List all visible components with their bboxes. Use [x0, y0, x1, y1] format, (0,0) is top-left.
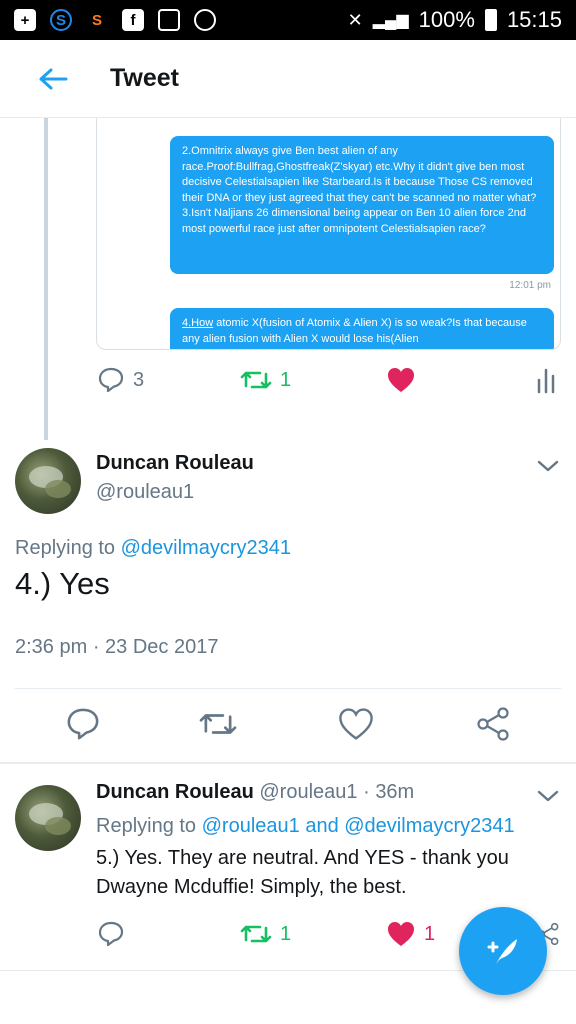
retweet-button[interactable]: 1: [240, 366, 291, 394]
mute-icon: ✕: [347, 9, 363, 30]
avatar[interactable]: [15, 448, 81, 514]
chat-time: 12:01 pm: [509, 280, 551, 291]
divider: [0, 762, 576, 764]
chat-bubble-text: 2.Omnitrix always give Ben best alien of…: [182, 145, 537, 235]
tweet-age: 36m: [375, 781, 415, 803]
app-s-orange-icon: S: [91, 11, 102, 29]
avatar[interactable]: [15, 785, 81, 851]
divider: [15, 688, 561, 689]
tweet-time: 2:36 pm: [15, 636, 88, 658]
facebook-icon: f: [122, 9, 144, 31]
tweet-image[interactable]: 2.Omnitrix always give Ben best alien of…: [96, 118, 561, 350]
retweet-count: 1: [280, 922, 292, 945]
reply-button[interactable]: [97, 920, 125, 948]
back-arrow-icon: [39, 68, 68, 89]
like-count: 1: [424, 922, 436, 945]
back-button[interactable]: [30, 56, 76, 102]
tweet-date: 23 Dec 2017: [105, 636, 219, 658]
age-separator: ·: [363, 781, 370, 803]
like-icon: [388, 922, 414, 946]
app-bar: Tweet: [0, 40, 576, 118]
share-icon: [477, 707, 509, 741]
like-button[interactable]: 1: [386, 920, 435, 948]
reply-button[interactable]: [63, 704, 103, 744]
chat-bubble-text: atomic X(fusion of Atomix & Alien X) is …: [182, 317, 527, 345]
analytics-icon: [537, 368, 555, 394]
tweet-text: 4.) Yes: [15, 566, 110, 601]
add-notification-icon: +: [14, 9, 36, 31]
chat-bubble: 2.Omnitrix always give Ben best alien of…: [170, 136, 554, 274]
author-handle[interactable]: @rouleau1: [259, 781, 357, 803]
signal-icon: ▂▄▆: [372, 12, 409, 29]
mention-link[interactable]: @rouleau1 and @devilmaycry2341: [202, 815, 515, 837]
compose-tweet-icon: [487, 939, 517, 964]
chevron-down-icon[interactable]: [536, 454, 560, 478]
page-title: Tweet: [110, 64, 179, 92]
replying-to: Replying to @rouleau1 and @devilmaycry23…: [96, 815, 515, 838]
reply-button[interactable]: 3: [97, 366, 144, 394]
retweet-icon: [199, 714, 237, 734]
like-icon: [339, 708, 373, 740]
app-s-blue-icon: S: [50, 9, 72, 31]
replying-prefix: Replying to: [15, 537, 121, 559]
reply-icon: [98, 367, 124, 393]
tweet-timestamp: 2:36 pm · 23 Dec 2017: [15, 636, 218, 659]
like-icon: [388, 368, 414, 392]
gallery-icon: [158, 9, 180, 31]
chevron-down-icon[interactable]: [536, 784, 560, 808]
like-button[interactable]: [336, 704, 376, 744]
reply-icon: [98, 921, 124, 947]
like-button[interactable]: [386, 366, 416, 394]
battery-percent: 100%: [418, 7, 475, 32]
chat-bubble: 4.How atomic X(fusion of Atomix & Alien …: [170, 308, 554, 349]
author-name[interactable]: Duncan Rouleau: [96, 781, 254, 803]
compose-tweet-button[interactable]: [459, 907, 547, 995]
replying-to: Replying to @devilmaycry2341: [15, 537, 291, 560]
reply-icon: [67, 708, 99, 740]
reply-header: Duncan Rouleau @rouleau1 · 36m: [96, 781, 414, 804]
replying-prefix: Replying to: [96, 815, 202, 837]
timestamp-separator: ·: [87, 636, 106, 658]
battery-icon: [484, 9, 497, 31]
chat-bubble-link: 4.How: [182, 317, 214, 329]
author-handle[interactable]: @rouleau1: [96, 481, 194, 504]
tweet-text: 5.) Yes. They are neutral. And YES - tha…: [96, 847, 509, 898]
chrome-icon: [194, 9, 216, 31]
author-name[interactable]: Duncan Rouleau: [96, 452, 254, 475]
clock: 15:15: [506, 7, 562, 32]
mention-link[interactable]: @devilmaycry2341: [121, 537, 291, 559]
thread-connector: [44, 118, 48, 440]
share-button[interactable]: [473, 704, 513, 744]
analytics-button[interactable]: [536, 366, 556, 394]
reply-count: 3: [133, 368, 145, 391]
retweet-count: 1: [280, 368, 292, 391]
status-bar: + S S f ✕ ▂▄▆ 100% 15:15: [0, 0, 576, 40]
retweet-icon: [240, 371, 272, 389]
retweet-icon: [240, 925, 272, 943]
retweet-button[interactable]: 1: [240, 920, 291, 948]
retweet-button[interactable]: [198, 704, 238, 744]
